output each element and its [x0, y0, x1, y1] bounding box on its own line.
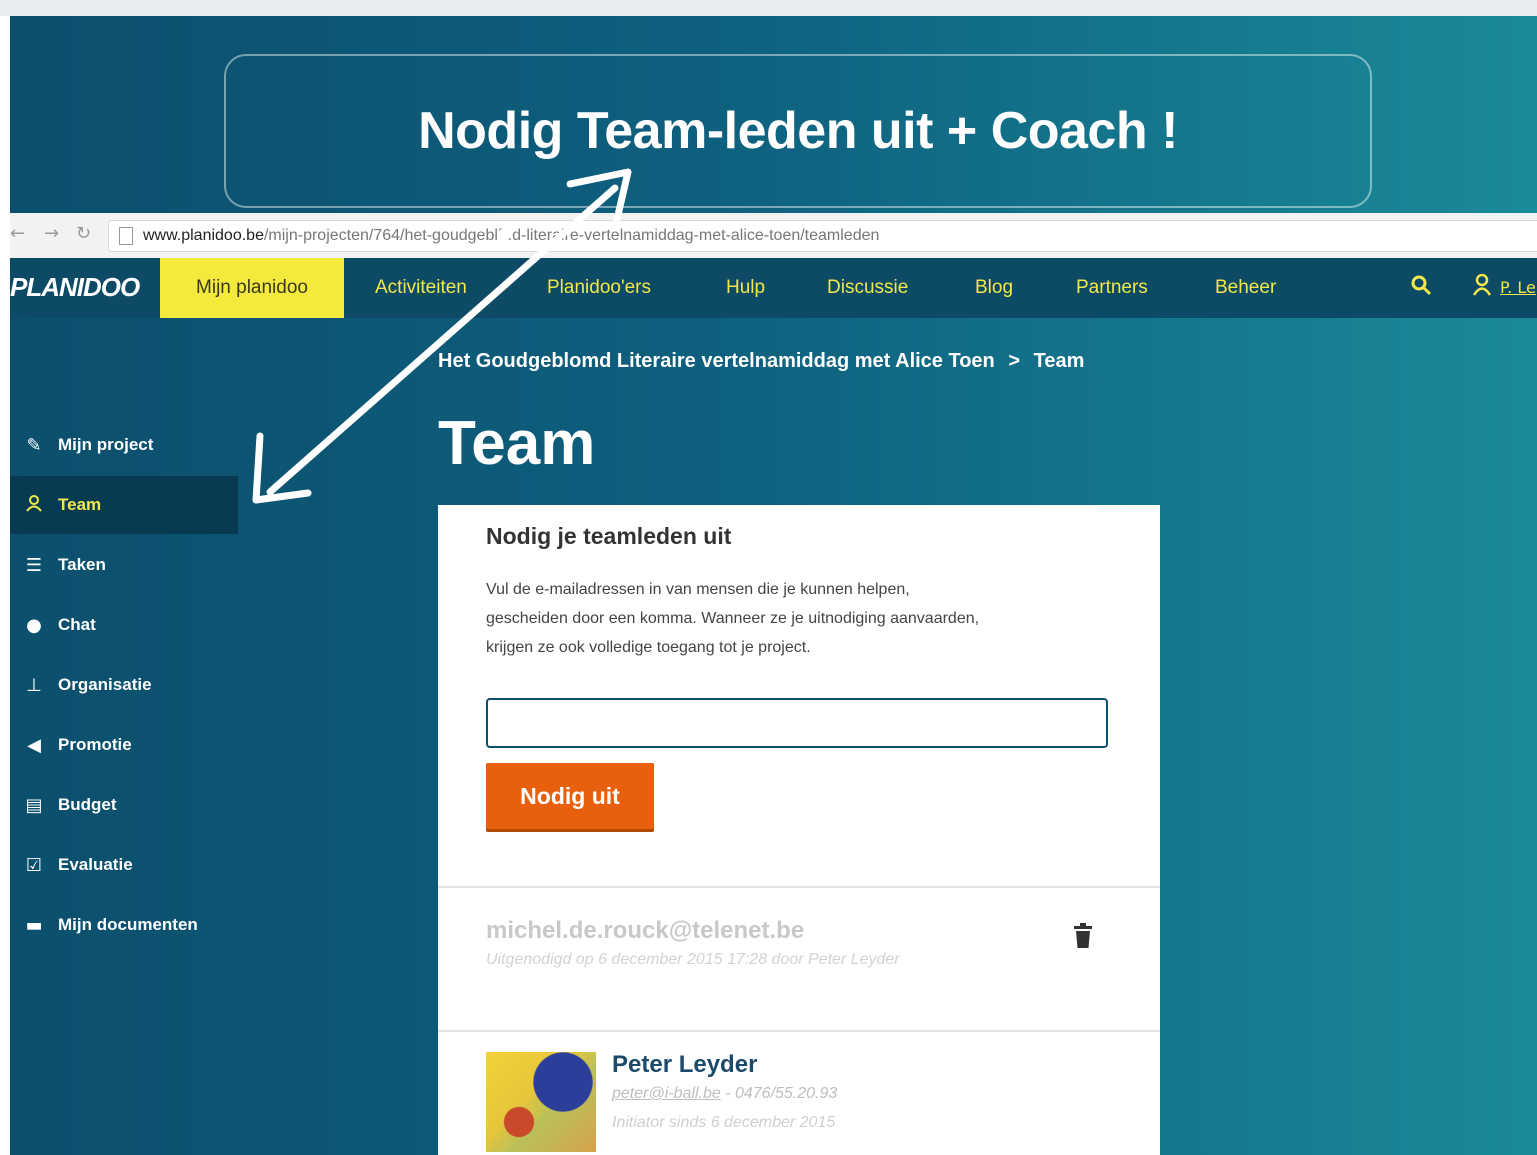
member-since: Initiator sinds 6 december 2015	[612, 1114, 836, 1131]
breadcrumb: Het Goudgeblomd Literaire vertelnamiddag…	[438, 350, 1084, 373]
checkbox-icon: ☑	[25, 854, 43, 876]
callout-text: Nodig Team-leden uit + Coach !	[418, 102, 1178, 160]
invite-description: Vul de e-mailadressen in van mensen die …	[486, 581, 980, 656]
divider	[438, 1030, 1160, 1032]
sidebar-item-promotie[interactable]: ◀ Promotie	[10, 716, 238, 774]
nav-activiteiten[interactable]: Activiteiten	[375, 258, 467, 318]
email-input[interactable]	[486, 698, 1108, 748]
org-icon: ⊥	[26, 674, 42, 696]
pending-invite-meta: Uitgenodigd op 6 december 2015 17:28 doo…	[486, 951, 900, 968]
nav-mijn-planidoo[interactable]: Mijn planidoo	[160, 258, 344, 318]
nav-blog[interactable]: Blog	[975, 258, 1013, 318]
nav-partners[interactable]: Partners	[1076, 258, 1148, 318]
invite-title: Nodig je teamleden uit	[486, 523, 732, 549]
page-icon	[119, 227, 133, 245]
callout-box: Nodig Team-leden uit + Coach !	[224, 54, 1372, 208]
reload-icon[interactable]: ↻	[76, 223, 91, 244]
chat-icon: ●	[26, 614, 42, 636]
budget-icon: ▤	[25, 794, 43, 816]
divider	[438, 886, 1160, 888]
url-text: www.planidoo.be/mijn-projecten/764/het-g…	[143, 227, 880, 244]
pending-invite-email: michel.de.rouck@telenet.be	[486, 917, 805, 944]
sidebar-item-evaluatie[interactable]: ☑ Evaluatie	[10, 836, 238, 894]
back-icon[interactable]: ←	[10, 223, 25, 244]
screenshot-stage: Nodig Team-leden uit + Coach ! ← → ↻ www…	[10, 16, 1537, 1155]
team-icon	[10, 494, 58, 517]
breadcrumb-project[interactable]: Het Goudgeblomd Literaire vertelnamiddag…	[438, 350, 995, 372]
megaphone-icon: ◀	[27, 734, 41, 756]
team-card: Nodig je teamleden uit Vul de e-mailadre…	[438, 505, 1160, 1155]
list-icon: ☰	[25, 554, 43, 576]
address-bar[interactable]: www.planidoo.be/mijn-projecten/764/het-g…	[108, 220, 1537, 252]
nav-beheer[interactable]: Beheer	[1215, 258, 1276, 318]
breadcrumb-current: Team	[1033, 350, 1085, 372]
forward-icon[interactable]: →	[44, 223, 59, 244]
member-contact: peter@i-ball.be - 0476/55.20.93	[612, 1085, 837, 1103]
browser-bar: ← → ↻ www.planidoo.be/mijn-projecten/764…	[10, 213, 1537, 259]
folder-icon: ▬	[25, 914, 43, 936]
invite-button[interactable]: Nodig uit	[486, 763, 654, 829]
user-link[interactable]: P. Le	[1500, 278, 1536, 297]
search-icon[interactable]	[1410, 274, 1432, 302]
planidoo-logo[interactable]: PLANIDOO	[10, 272, 140, 303]
member-email[interactable]: peter@i-ball.be	[612, 1085, 721, 1102]
avatar[interactable]	[486, 1052, 596, 1152]
sidebar-item-taken[interactable]: ☰ Taken	[10, 536, 238, 594]
sidebar-item-mijn-project[interactable]: ✎ Mijn project	[10, 416, 238, 474]
member-name[interactable]: Peter Leyder	[612, 1051, 757, 1079]
trash-icon[interactable]	[1072, 923, 1094, 949]
sidebar-item-mijn-documenten[interactable]: ▬ Mijn documenten	[10, 896, 238, 954]
nav-hulp[interactable]: Hulp	[726, 258, 765, 318]
sidebar-item-organisatie[interactable]: ⊥ Organisatie	[10, 656, 238, 714]
sidebar-item-budget[interactable]: ▤ Budget	[10, 776, 238, 834]
nav-discussie[interactable]: Discussie	[827, 258, 908, 318]
user-icon[interactable]	[1472, 273, 1492, 302]
top-navbar: PLANIDOO Mijn planidoo Activiteiten Plan…	[10, 258, 1537, 318]
nav-planidooers[interactable]: Planidoo'ers	[547, 258, 651, 318]
breadcrumb-separator: >	[1008, 350, 1021, 372]
sidebar-item-chat[interactable]: ● Chat	[10, 596, 238, 654]
member-phone: - 0476/55.20.93	[725, 1085, 838, 1102]
pen-icon: ✎	[26, 434, 42, 456]
sidebar-item-team[interactable]: Team	[10, 476, 238, 534]
page-title: Team	[438, 409, 596, 478]
top-strip	[0, 0, 1537, 16]
